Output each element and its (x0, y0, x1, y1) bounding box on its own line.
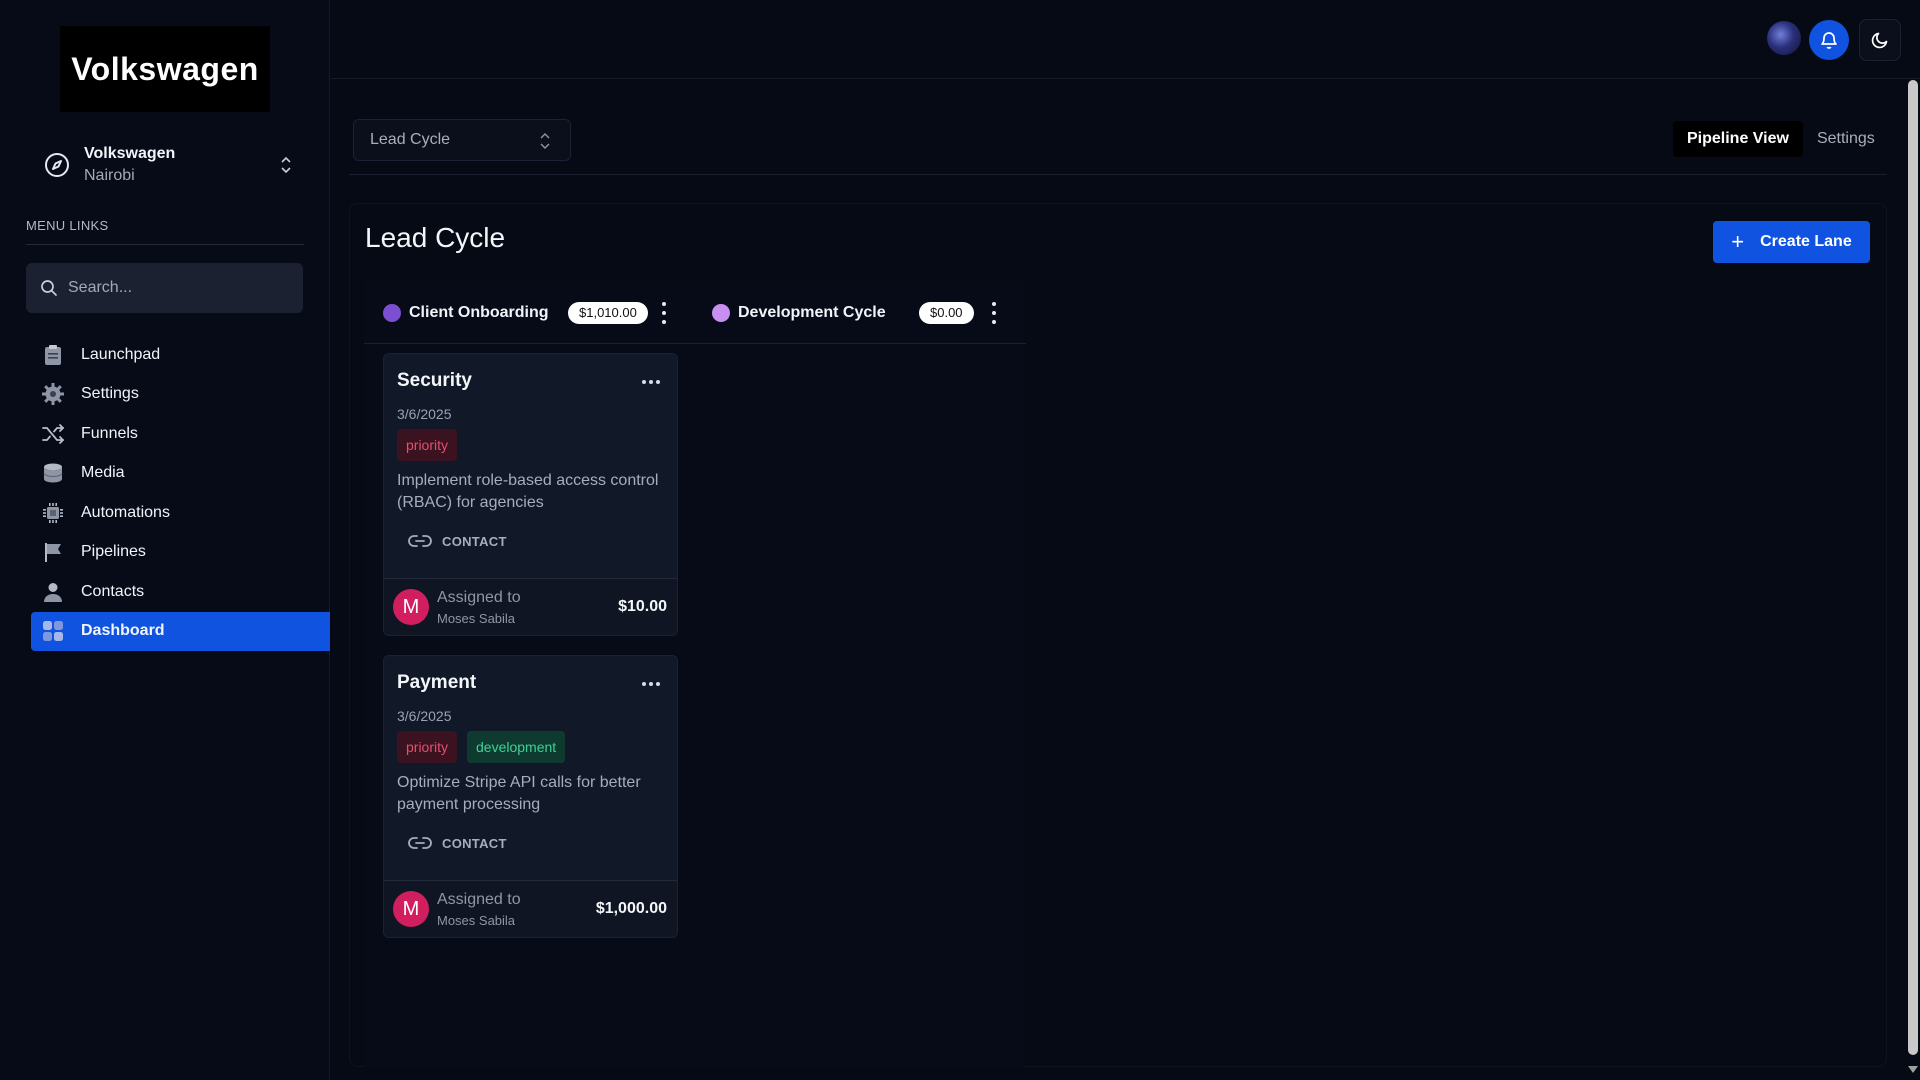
search-input[interactable] (68, 279, 268, 297)
person-icon (41, 580, 65, 604)
sidebar-item-label: Settings (81, 385, 139, 402)
agency-switcher[interactable]: Volkswagen Nairobi (26, 140, 296, 190)
sidebar-item-funnels[interactable]: Funnels (31, 414, 330, 453)
page-title: Lead Cycle (365, 222, 506, 253)
agency-location: Nairobi (84, 167, 135, 184)
top-bar (331, 0, 1920, 79)
contact-label: CONTACT (442, 835, 507, 851)
theme-toggle-button[interactable] (1859, 19, 1901, 61)
link-icon (408, 837, 432, 849)
ticket-description: Optimize Stripe API calls for better pay… (397, 774, 641, 813)
search-icon (41, 280, 57, 296)
sidebar-search[interactable] (26, 263, 303, 313)
sidebar-item-label: Pipelines (81, 543, 146, 560)
tag-badge: priority (397, 731, 458, 763)
lane-header-client-onboarding[interactable]: Client Onboarding (383, 300, 549, 326)
assignee-name: Moses Sabila (437, 913, 516, 928)
compass-icon (45, 153, 69, 177)
sidebar-item-automations[interactable]: Automations (31, 493, 330, 532)
contact-link[interactable]: CONTACT (408, 835, 507, 851)
lane-amount-badge: $1,010.00 (568, 302, 648, 324)
header-divider (349, 174, 1887, 175)
ticket-footer: M Assigned to Moses Sabila $10.00 (384, 578, 677, 635)
database-icon (41, 461, 65, 485)
ticket-description: Implement role-based access control (RBA… (397, 472, 659, 511)
sidebar-item-label: Dashboard (81, 622, 165, 639)
assigned-label: Assigned to (437, 891, 521, 908)
shuffle-icon (41, 422, 65, 446)
ticket-value: $10.00 (618, 598, 667, 615)
lane-color-dot (712, 304, 730, 322)
chevrons-up-down-icon (281, 156, 291, 174)
ticket-value: $1,000.00 (595, 900, 667, 917)
menu-links-title: MENU LINKS (26, 218, 109, 233)
lane-name: Client Onboarding (409, 304, 549, 321)
sidebar-item-settings[interactable]: Settings (31, 375, 330, 414)
agency-name: Volkswagen (84, 145, 176, 162)
lane-options-icon[interactable] (990, 302, 998, 324)
ticket-tags: priority (397, 429, 458, 461)
avatar: M (393, 891, 429, 927)
gear-icon (41, 382, 65, 406)
bell-icon (1821, 32, 1837, 49)
pipeline-select-value: Lead Cycle (370, 131, 451, 148)
more-horizontal-icon[interactable] (642, 682, 660, 686)
tab-settings[interactable]: Settings (1803, 121, 1889, 157)
grid-icon (41, 619, 65, 643)
scrollbar-thumb[interactable] (1908, 80, 1918, 1055)
sidebar-item-label: Contacts (81, 582, 145, 600)
avatar: M (393, 589, 429, 625)
sidebar-item-media[interactable]: Media (31, 454, 330, 493)
flag-icon (41, 540, 65, 564)
chip-icon (41, 501, 65, 525)
lane-color-dot (383, 304, 401, 322)
clipboard-icon (41, 343, 65, 367)
plus-icon: + (1731, 229, 1745, 254)
assignee-name: Moses Sabila (437, 611, 516, 626)
tag-badge: development (467, 731, 566, 763)
tag-badge: priority (397, 429, 458, 461)
lane-amount-badge: $0.00 (919, 302, 974, 324)
ticket-card-payment[interactable]: Payment 3/6/2025 priority development Op… (383, 655, 678, 938)
ticket-tags: priority development (397, 731, 566, 763)
contact-link[interactable]: CONTACT (408, 533, 507, 549)
sidebar-item-label: Automations (81, 503, 170, 521)
view-tabs: Pipeline View Settings (1673, 121, 1889, 157)
ticket-card-security[interactable]: Security 3/6/2025 priority Implement rol… (383, 353, 678, 636)
brand-logo[interactable]: Volkswagen (60, 26, 270, 112)
ticket-footer: M Assigned to Moses Sabila $1,000.00 (384, 880, 677, 937)
sidebar-nav: Launchpad Settings Funnels Media Automat… (31, 335, 330, 651)
lane-name: Development Cycle (738, 304, 886, 321)
sidebar-item-launchpad[interactable]: Launchpad (31, 335, 330, 374)
sidebar-item-label: Launchpad (81, 345, 161, 363)
contact-label: CONTACT (442, 533, 507, 549)
user-avatar[interactable] (1767, 21, 1801, 55)
ticket-title: Payment (397, 672, 477, 693)
create-lane-label: Create Lane (1760, 233, 1852, 250)
assigned-label: Assigned to (437, 589, 521, 606)
menu-divider (26, 244, 304, 245)
sidebar-item-dashboard[interactable]: Dashboard (31, 611, 330, 651)
chevrons-up-down-icon (540, 133, 550, 149)
lane-options-icon[interactable] (660, 302, 668, 324)
ticket-date: 3/6/2025 (397, 708, 452, 724)
notifications-button[interactable] (1809, 20, 1849, 60)
create-lane-button[interactable]: + Create Lane (1713, 221, 1870, 263)
sidebar-item-label: Media (81, 464, 125, 481)
ticket-title: Security (397, 370, 472, 391)
sidebar-item-contacts[interactable]: Contacts (31, 572, 330, 611)
lane-header-development-cycle[interactable]: Development Cycle (712, 300, 886, 326)
tab-pipeline-view[interactable]: Pipeline View (1673, 121, 1803, 157)
moon-icon (1871, 32, 1888, 49)
more-horizontal-icon[interactable] (642, 380, 660, 384)
scroll-down-arrow-icon[interactable] (1908, 1066, 1918, 1073)
sidebar-item-pipelines[interactable]: Pipelines (31, 533, 330, 572)
link-icon (408, 535, 432, 547)
sidebar: Volkswagen Volkswagen Nairobi MENU LINKS… (0, 0, 330, 1080)
ticket-date: 3/6/2025 (397, 406, 452, 422)
pipeline-select[interactable]: Lead Cycle (353, 119, 571, 161)
sidebar-item-label: Funnels (81, 424, 138, 442)
